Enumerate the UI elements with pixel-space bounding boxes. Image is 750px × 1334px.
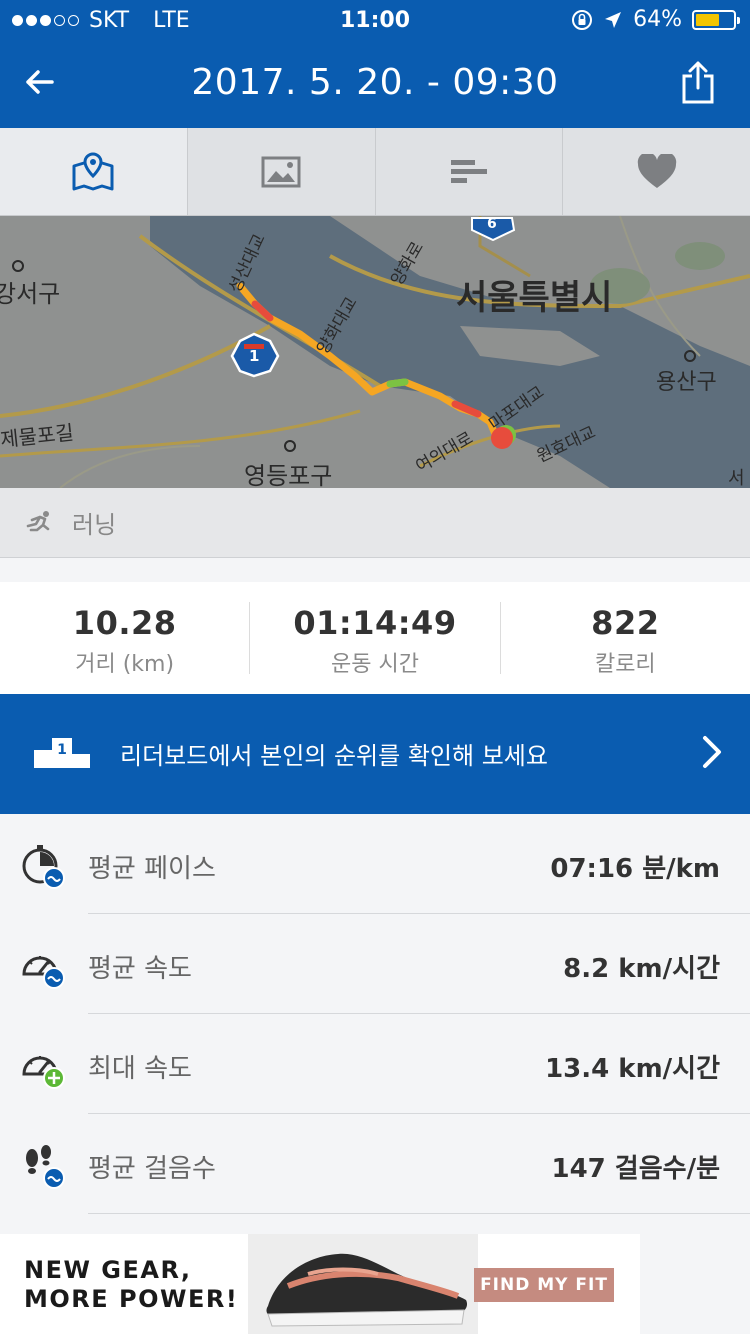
stat-value: 01:14:49 — [293, 604, 457, 642]
metric-row-max-speed[interactable]: 최대 속도 13.4 km/시간 — [0, 1014, 750, 1114]
map-icon — [72, 151, 114, 190]
metric-value: 07:16 분/km — [550, 854, 720, 884]
running-icon — [26, 510, 50, 531]
stat-label: 거리 (km) — [75, 652, 175, 677]
stopwatch-avg-icon — [22, 845, 65, 889]
map-labels: 강서구 서울특별시 용산구 제물포길 영등포구 양화대교 양화로 성산대교 마포… — [0, 216, 750, 488]
shoe-icon — [266, 1253, 468, 1327]
map-label: 양화로 — [387, 238, 429, 290]
route-map[interactable]: 강서구 서울특별시 용산구 제물포길 영등포구 양화대교 양화로 성산대교 마포… — [0, 216, 750, 488]
status-bar: SKT LTE 11:00 64% — [0, 0, 750, 40]
stat-value: 822 — [591, 604, 660, 642]
tab-photos[interactable] — [188, 128, 376, 215]
map-label: 양화대교 — [313, 293, 362, 358]
map-label: 제물포길 — [0, 420, 75, 452]
metric-name: 최대 속도 — [88, 1054, 192, 1084]
detail-tabs — [0, 128, 750, 216]
stat-distance: 10.28 거리 (km) — [0, 602, 251, 677]
map-label: 영등포구 — [244, 462, 333, 488]
stat-value: 10.28 — [72, 604, 177, 642]
divider — [88, 1213, 750, 1214]
metric-row-avg-pace[interactable]: 평균 페이스 07:16 분/km — [0, 814, 750, 914]
highway-badge-label: 6 — [487, 216, 497, 232]
metric-value: 8.2 km/시간 — [563, 954, 720, 984]
metric-row-avg-cadence[interactable]: 평균 걸음수 147 걸음수/분 — [0, 1114, 750, 1214]
footsteps-avg-icon — [26, 1145, 65, 1189]
map-label: 여의대로 — [412, 428, 477, 477]
image-icon — [261, 156, 301, 187]
metrics-list: 평균 페이스 07:16 분/km 평균 속도 8.2 km/시간 최대 속도 … — [0, 814, 750, 1214]
rotation-lock-icon — [572, 9, 593, 30]
location-arrow-icon — [605, 11, 622, 28]
tab-stats[interactable] — [376, 128, 564, 215]
metric-name: 평균 페이스 — [88, 854, 216, 884]
map-label: 서울특별시 — [456, 278, 613, 318]
metric-name: 평균 걸음수 — [88, 1154, 216, 1184]
ad-line-1: NEW GEAR, — [24, 1256, 192, 1284]
map-label: 서 — [728, 468, 745, 488]
battery-percent: 64% — [633, 7, 682, 32]
metric-name: 평균 속도 — [88, 954, 192, 984]
chevron-right-icon — [703, 736, 721, 768]
metric-value: 13.4 km/시간 — [545, 1054, 720, 1084]
leaderboard-text: 리더보드에서 본인의 순위를 확인해 보세요 — [120, 742, 548, 770]
stat-duration: 01:14:49 운동 시간 — [250, 602, 501, 677]
heart-icon — [637, 153, 676, 188]
highway-badge-label: 1 — [249, 347, 260, 365]
ad-shoe-image — [248, 1234, 478, 1334]
speedometer-avg-icon — [22, 956, 65, 989]
map-label: 용산구 — [656, 370, 717, 395]
stat-calories: 822 칼로리 — [501, 602, 750, 677]
battery-icon — [692, 9, 740, 30]
activity-type-row[interactable]: 러닝 — [0, 488, 750, 558]
metric-row-avg-speed[interactable]: 평균 속도 8.2 km/시간 — [0, 914, 750, 1014]
share-icon[interactable] — [680, 60, 716, 104]
ad-banner[interactable]: NEW GEAR, MORE POWER! FIND MY FIT — [0, 1234, 640, 1334]
top-app-bar: 2017. 5. 20. - 09:30 — [0, 40, 750, 128]
stat-label: 운동 시간 — [331, 652, 419, 677]
bar-list-icon — [450, 159, 487, 183]
map-label: 강서구 — [0, 280, 61, 308]
ad-line-2: MORE POWER! — [24, 1285, 239, 1313]
map-label: 원효대교 — [533, 422, 599, 468]
page-title: 2017. 5. 20. - 09:30 — [191, 62, 559, 103]
activity-type-label: 러닝 — [72, 511, 117, 539]
ad-spacer — [640, 1234, 750, 1334]
find-my-fit-button[interactable]: FIND MY FIT — [474, 1268, 614, 1302]
tab-heart-rate[interactable] — [563, 128, 750, 215]
stat-label: 칼로리 — [594, 652, 656, 677]
speedometer-max-icon — [22, 1056, 65, 1089]
summary-stats: 10.28 거리 (km) 01:14:49 운동 시간 822 칼로리 — [0, 582, 750, 694]
podium-icon: 1 — [34, 738, 90, 768]
status-right: 64% — [571, 7, 740, 32]
metric-value: 147 걸음수/분 — [551, 1154, 720, 1184]
map-label: 성산대교 — [225, 230, 270, 297]
podium-number: 1 — [57, 742, 67, 758]
map-label: 마포대교 — [485, 382, 549, 435]
leaderboard-banner[interactable]: 1 리더보드에서 본인의 순위를 확인해 보세요 — [0, 694, 750, 814]
tab-map[interactable] — [0, 128, 188, 215]
ad-headline: NEW GEAR, MORE POWER! — [24, 1256, 238, 1314]
